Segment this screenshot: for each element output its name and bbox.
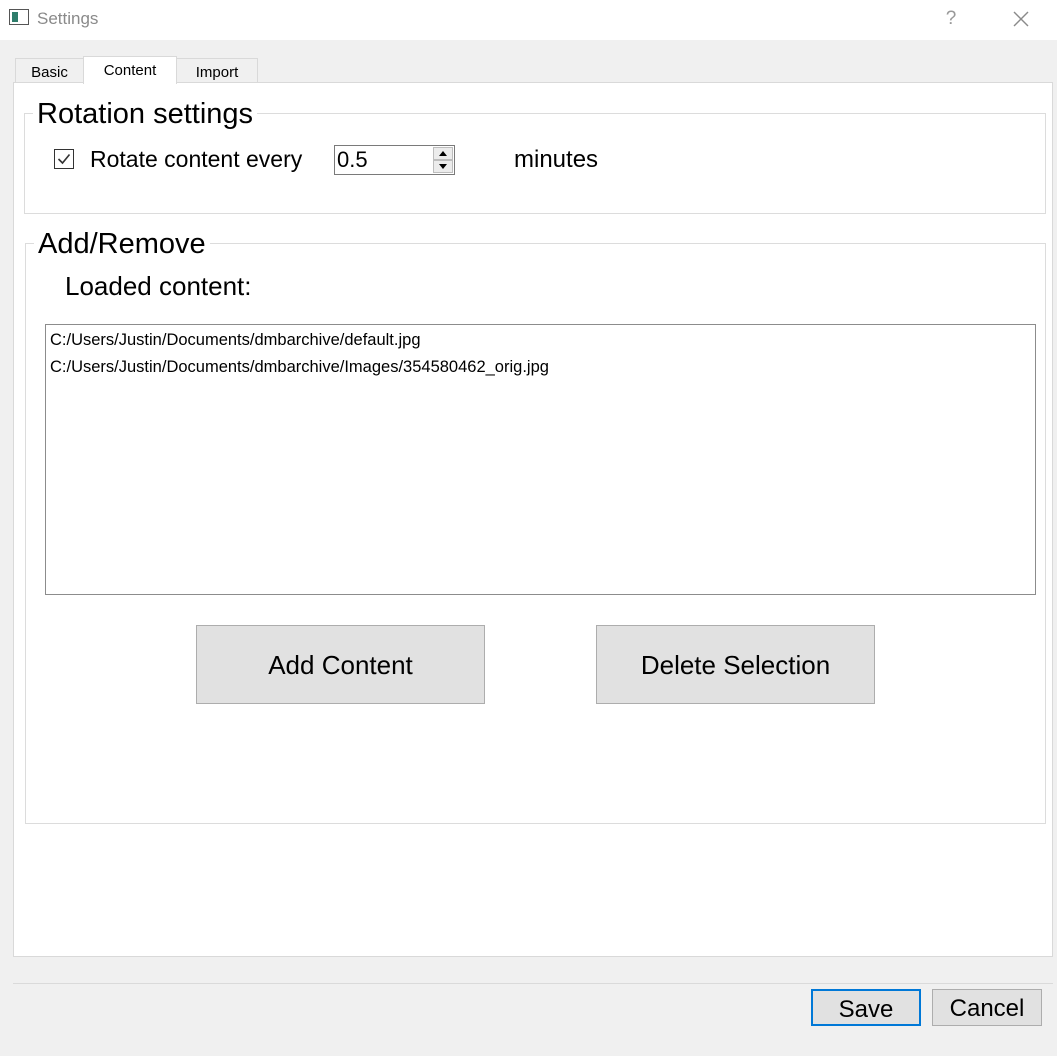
tab-basic[interactable]: Basic bbox=[15, 58, 84, 83]
save-button[interactable]: Save bbox=[811, 989, 921, 1026]
rotate-content-checkbox[interactable] bbox=[54, 149, 74, 169]
rotation-interval-spinbox[interactable]: 0.5 bbox=[334, 145, 455, 175]
loaded-content-list[interactable]: C:/Users/Justin/Documents/dmbarchive/def… bbox=[45, 324, 1036, 595]
rotation-settings-title: Rotation settings bbox=[33, 97, 258, 131]
arrow-down-icon bbox=[439, 164, 447, 169]
add-remove-title: Add/Remove bbox=[34, 227, 210, 261]
list-item[interactable]: C:/Users/Justin/Documents/dmbarchive/def… bbox=[50, 331, 421, 350]
loaded-content-label: Loaded content: bbox=[65, 271, 252, 301]
spin-up-button[interactable] bbox=[433, 147, 453, 160]
cancel-button[interactable]: Cancel bbox=[932, 989, 1042, 1026]
tab-content[interactable]: Content bbox=[83, 56, 177, 84]
delete-selection-button[interactable]: Delete Selection bbox=[596, 625, 875, 704]
interval-unit-label: minutes bbox=[514, 146, 599, 173]
rotate-content-label: Rotate content every bbox=[90, 146, 303, 172]
window-app-icon bbox=[9, 9, 29, 25]
arrow-up-icon bbox=[439, 151, 447, 156]
rotation-interval-value: 0.5 bbox=[337, 147, 368, 172]
checkmark-icon bbox=[57, 153, 71, 165]
footer-divider bbox=[13, 983, 1053, 984]
window-title: Settings bbox=[37, 9, 99, 28]
help-button[interactable]: ? bbox=[938, 6, 964, 32]
close-button[interactable] bbox=[1006, 4, 1036, 34]
spin-down-button[interactable] bbox=[433, 160, 453, 173]
title-bar: Settings ? bbox=[0, 0, 1057, 40]
close-icon bbox=[1013, 11, 1029, 27]
list-item[interactable]: C:/Users/Justin/Documents/dmbarchive/Ima… bbox=[50, 358, 549, 377]
tab-import[interactable]: Import bbox=[176, 58, 258, 83]
add-content-button[interactable]: Add Content bbox=[196, 625, 485, 704]
